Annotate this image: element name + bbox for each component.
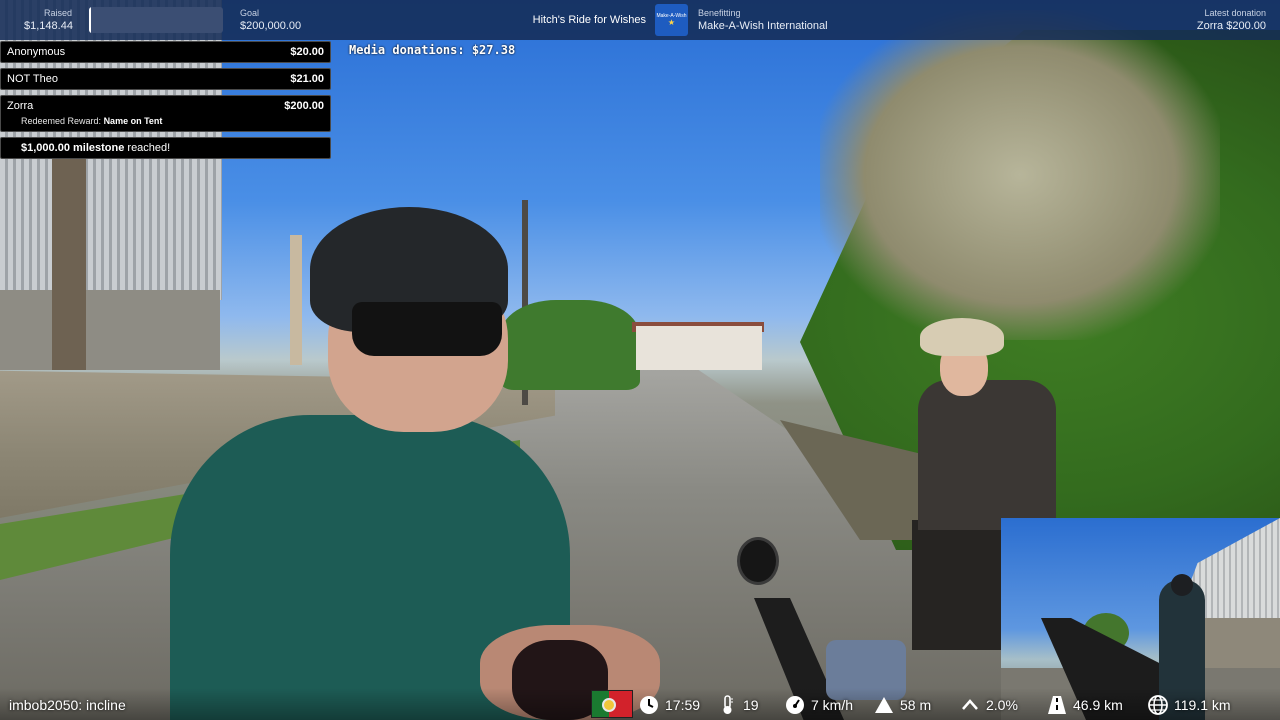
raised-label: Raised [43, 8, 72, 18]
milestone-amount: $1,000.00 milestone [21, 142, 125, 154]
warehouse-base [0, 290, 220, 370]
stat-time: 17:59 [639, 695, 700, 715]
donation-amount: $21.00 [290, 73, 324, 85]
latest-donation-block: Latest donation Zorra $200.00 [1197, 7, 1266, 33]
make-a-wish-logo: Make-A-Wish ★ [655, 4, 688, 36]
donation-amount: $200.00 [284, 100, 324, 112]
altitude-value: 58 m [900, 697, 932, 713]
fundraiser-topbar: Raised $1,148.44 Goal $200,000.00 Hitch'… [0, 0, 1280, 40]
rider-sunglasses [352, 302, 502, 356]
utility-pole-far [290, 235, 302, 365]
time-value: 17:59 [665, 697, 701, 713]
raised-value: $1,148.44 [24, 20, 73, 32]
companion-hat [920, 318, 1004, 356]
temperature-value: 19 [743, 697, 759, 713]
stat-temperature: 19 [717, 695, 759, 715]
pip-rider-helmet [1171, 574, 1193, 596]
globe-icon [1148, 695, 1168, 715]
road-icon [1047, 695, 1067, 715]
stat-speed: 7 km/h [785, 695, 853, 715]
distant-trees [500, 300, 640, 390]
donor-name: NOT Theo [7, 73, 58, 85]
stat-incline: 2.0% [960, 695, 1018, 715]
mountain-icon [874, 695, 894, 715]
distant-house [636, 326, 762, 370]
latest-donation-value: Zorra $200.00 [1196, 20, 1266, 32]
event-title: Hitch's Ride for Wishes [532, 14, 646, 26]
incline-value: 2.0% [986, 697, 1018, 713]
reward-prefix: Redeemed Reward: [21, 116, 102, 126]
donation-item: NOT Theo $21.00 [0, 68, 331, 90]
media-donations-total: Media donations: $27.38 [349, 43, 516, 57]
donation-item: Zorra $200.00 Redeemed Reward: Name on T… [0, 95, 331, 132]
latest-donation-label: Latest donation [1204, 8, 1266, 18]
reward-name: Name on Tent [103, 116, 163, 126]
speed-value: 7 km/h [811, 697, 854, 713]
chevron-up-icon [960, 695, 980, 715]
chat-command: imbob2050: incline [9, 697, 126, 713]
milestone-suffix: reached! [127, 142, 171, 154]
distance-today-value: 46.9 km [1073, 697, 1123, 713]
portugal-flag-icon [591, 690, 633, 718]
milestone-notice: $1,000.00 milestone reached! [0, 137, 331, 159]
raised-block: Raised $1,148.44 [24, 7, 73, 33]
utility-pole [52, 140, 86, 370]
stat-distance-total: 119.1 km [1148, 695, 1231, 715]
companion-body [918, 380, 1056, 530]
star-icon: ★ [667, 18, 676, 27]
thermometer-icon [717, 695, 737, 715]
bike-mirror [737, 537, 779, 585]
donor-name: Anonymous [7, 46, 66, 58]
speedometer-icon [785, 695, 805, 715]
companion-legs [912, 520, 1002, 650]
goal-block: Goal $200,000.00 [240, 7, 301, 33]
donation-item: Anonymous $20.00 [0, 41, 331, 63]
donor-name: Zorra [7, 100, 34, 112]
pampas-grass [820, 10, 1220, 340]
stat-distance-today: 46.9 km [1047, 695, 1123, 715]
fundraiser-progress-bar [89, 7, 223, 33]
goal-value: $200,000.00 [240, 20, 302, 32]
clock-icon [639, 695, 659, 715]
benefit-value: Make-A-Wish International [698, 20, 828, 32]
stat-altitude: 58 m [874, 695, 931, 715]
progress-fill [89, 7, 91, 33]
donation-amount: $20.00 [290, 46, 324, 58]
reward-line: Redeemed Reward: Name on Tent [7, 114, 324, 128]
goal-label: Goal [240, 8, 260, 18]
benefit-block: Benefitting Make-A-Wish International [698, 7, 828, 33]
donation-feed: Anonymous $20.00 NOT Theo $21.00 Zorra $… [0, 41, 331, 164]
flag-emblem [602, 698, 616, 712]
benefit-label: Benefitting [698, 8, 741, 18]
distance-total-value: 119.1 km [1174, 697, 1231, 713]
